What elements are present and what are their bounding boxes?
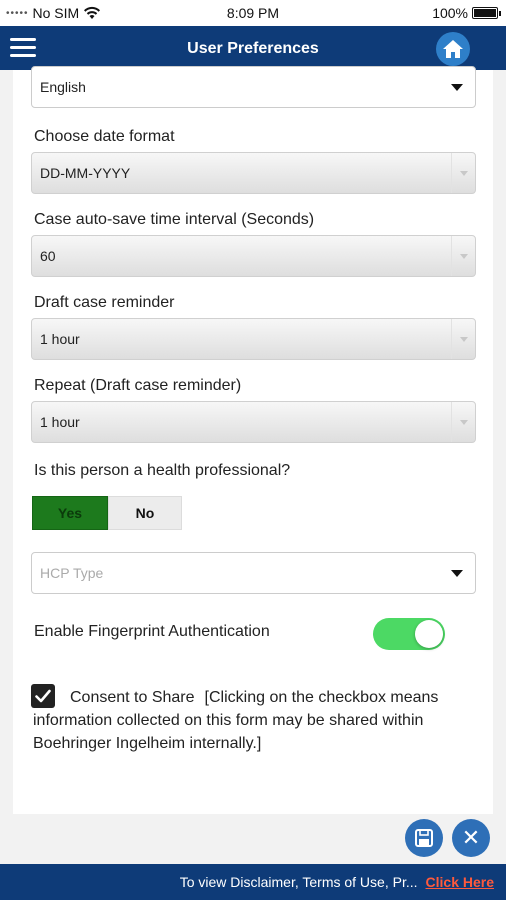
- draft-reminder-value: 1 hour: [40, 331, 80, 347]
- repeat-reminder-select[interactable]: 1 hour: [31, 401, 476, 443]
- autosave-value: 60: [40, 248, 56, 264]
- status-right: 100%: [432, 5, 501, 21]
- app-header: User Preferences: [0, 26, 506, 70]
- close-button[interactable]: ✕: [452, 819, 490, 857]
- autosave-select[interactable]: 60: [31, 235, 476, 277]
- footer-bar: To view Disclaimer, Terms of Use, Pr... …: [0, 864, 506, 900]
- fingerprint-label: Enable Fingerprint Authentication: [34, 623, 270, 640]
- click-here-link[interactable]: Click Here: [426, 874, 494, 890]
- no-option-button[interactable]: No: [108, 496, 182, 530]
- battery-icon: [472, 7, 501, 19]
- footer-text: To view Disclaimer, Terms of Use, Pr...: [179, 874, 418, 890]
- hcp-segmented-control: Yes No: [32, 496, 182, 530]
- dropdown-arrow-icon: [451, 153, 475, 193]
- page-title: User Preferences: [187, 40, 319, 57]
- dropdown-arrow-icon: [451, 402, 475, 442]
- yes-option-button[interactable]: Yes: [32, 496, 108, 530]
- dropdown-arrow-icon: [451, 319, 475, 359]
- date-format-select[interactable]: DD-MM-YYYY: [31, 152, 476, 194]
- toggle-knob: [415, 620, 443, 648]
- autosave-label: Case auto-save time interval (Seconds): [34, 211, 315, 228]
- home-button[interactable]: [436, 32, 470, 66]
- dropdown-arrow-icon: [451, 236, 475, 276]
- repeat-reminder-label: Repeat (Draft case reminder): [34, 377, 242, 394]
- hcp-type-placeholder: HCP Type: [40, 565, 104, 581]
- preferences-form: English Choose date format DD-MM-YYYY Ca…: [13, 66, 493, 814]
- date-format-label: Choose date format: [34, 128, 175, 145]
- chevron-down-icon: [451, 570, 463, 577]
- battery-percent: 100%: [432, 5, 468, 21]
- fingerprint-toggle[interactable]: [373, 618, 445, 650]
- draft-reminder-label: Draft case reminder: [34, 294, 175, 311]
- hcp-type-select[interactable]: HCP Type: [31, 552, 476, 594]
- draft-reminder-select[interactable]: 1 hour: [31, 318, 476, 360]
- date-format-value: DD-MM-YYYY: [40, 165, 131, 181]
- consent-title: Consent to Share: [70, 689, 195, 706]
- language-select[interactable]: English: [31, 66, 476, 108]
- hcp-question-label: Is this person a health professional?: [34, 462, 291, 479]
- language-value: English: [40, 79, 86, 95]
- save-button[interactable]: [405, 819, 443, 857]
- consent-text-block: Consent to Share [Clicking on the checkbo…: [33, 686, 453, 755]
- chevron-down-icon: [451, 84, 463, 91]
- status-time: 8:09 PM: [226, 5, 280, 21]
- repeat-reminder-value: 1 hour: [40, 414, 80, 430]
- close-icon: ✕: [461, 825, 481, 850]
- home-icon: [443, 40, 463, 58]
- save-icon: [415, 829, 433, 847]
- status-bar: ••••• No SIM 8:09 PM 100%: [0, 0, 506, 26]
